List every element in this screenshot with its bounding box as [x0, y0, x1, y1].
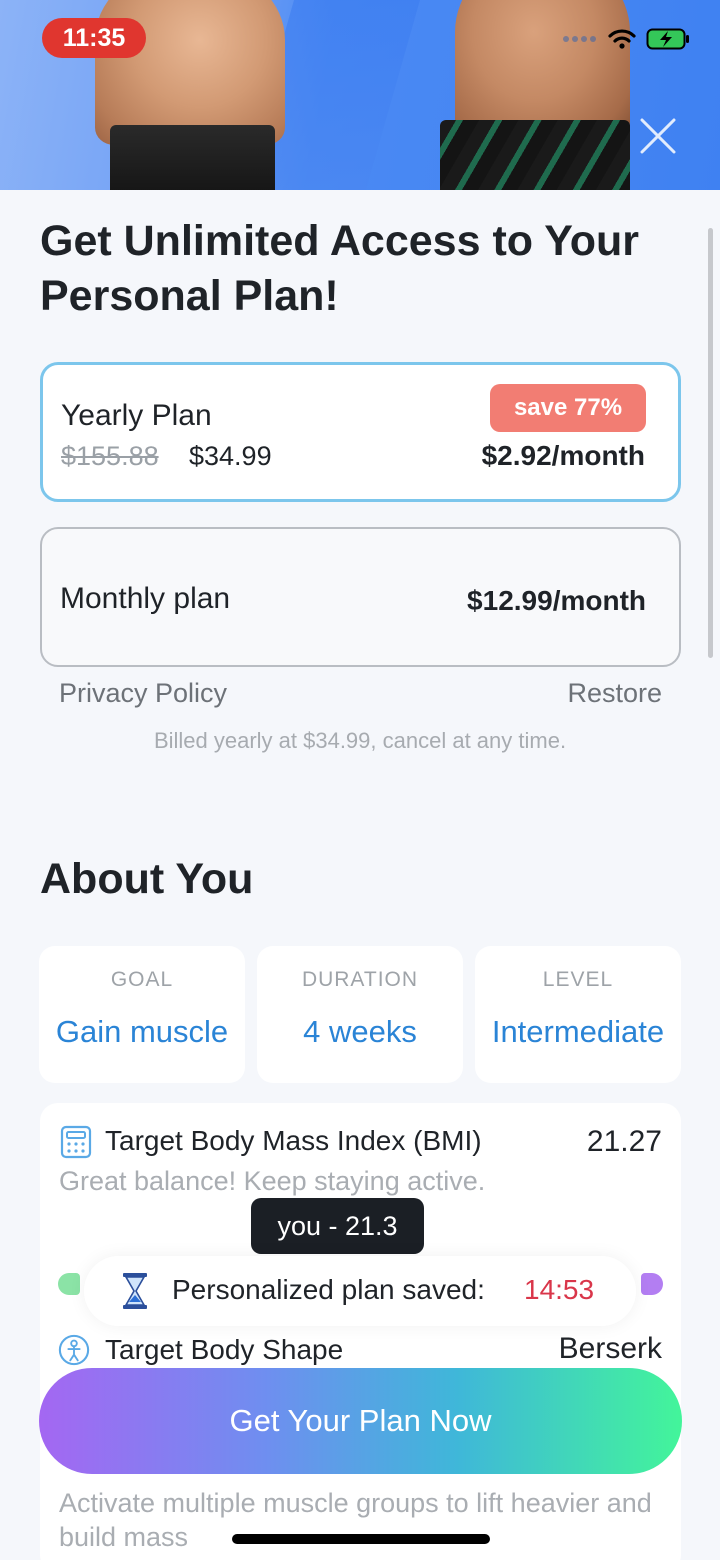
plan-saved-timer: 14:53: [524, 1274, 595, 1305]
yearly-plan-option[interactable]: Yearly Plan $155.88 $34.99 save 77% $2.9…: [40, 362, 681, 502]
restore-link[interactable]: Restore: [567, 678, 662, 709]
after-shorts: [440, 120, 630, 190]
home-indicator[interactable]: [232, 1534, 490, 1544]
monthly-plan-option[interactable]: Monthly plan $12.99/month: [40, 527, 681, 667]
goal-label: GOAL: [110, 968, 174, 991]
monthly-per-month: $12.99/month: [467, 585, 646, 616]
monthly-plan-name: Monthly plan: [60, 582, 231, 615]
calculator-icon: [60, 1125, 92, 1159]
hero-banner: 11:35: [0, 0, 720, 190]
yearly-per-month: $2.92/month: [481, 440, 645, 471]
bmi-description: Great balance! Keep staying active.: [59, 1166, 486, 1196]
status-icons: [562, 28, 690, 50]
duration-card: DURATION 4 weeks: [257, 946, 463, 1083]
bmi-scale-start: [58, 1273, 80, 1295]
body-shape-value: Berserk: [558, 1332, 662, 1365]
level-label: LEVEL: [542, 968, 614, 991]
signal-icon: [563, 36, 596, 42]
get-plan-button[interactable]: Get Your Plan Now: [39, 1368, 682, 1474]
about-title: About You: [40, 855, 254, 903]
billing-note: Billed yearly at $34.99, cancel at any t…: [153, 728, 567, 753]
status-time: 11:35: [42, 18, 146, 58]
bmi-tooltip: you - 21.3: [251, 1198, 424, 1254]
before-shorts: [110, 125, 275, 190]
body-shape-title: Target Body Shape: [105, 1334, 344, 1365]
bmi-scale-end: [641, 1273, 663, 1295]
details-card: Target Body Mass Index (BMI) 21.27 Great…: [40, 1103, 681, 1560]
level-card: LEVEL Intermediate: [475, 946, 681, 1083]
plan-saved-label: Personalized plan saved:: [172, 1274, 485, 1305]
page-title: Get Unlimited Access to Your Personal Pl…: [40, 217, 639, 320]
scrollbar[interactable]: [708, 228, 713, 658]
plan-saved-banner: Personalized plan saved: 14:53: [84, 1256, 636, 1326]
save-badge: save 77%: [490, 384, 646, 432]
wifi-icon: [608, 29, 636, 49]
body-shape-icon: [58, 1334, 90, 1366]
bmi-title: Target Body Mass Index (BMI): [105, 1125, 482, 1156]
duration-label: DURATION: [301, 968, 419, 991]
yearly-old-price: $155.88: [61, 441, 159, 471]
after-body-image: [455, 0, 630, 140]
yearly-plan-name: Yearly Plan: [61, 399, 212, 432]
level-value: Intermediate: [491, 1014, 665, 1049]
close-icon[interactable]: [638, 116, 678, 156]
goal-value: Gain muscle: [55, 1014, 229, 1049]
goal-card: GOAL Gain muscle: [39, 946, 245, 1083]
bmi-value: 21.27: [586, 1125, 662, 1158]
hourglass-icon: [123, 1273, 147, 1309]
privacy-policy-link[interactable]: Privacy Policy: [59, 678, 227, 709]
yearly-new-price: $34.99: [189, 441, 272, 471]
battery-charging-icon: [646, 28, 689, 50]
duration-value: 4 weeks: [303, 1014, 417, 1049]
